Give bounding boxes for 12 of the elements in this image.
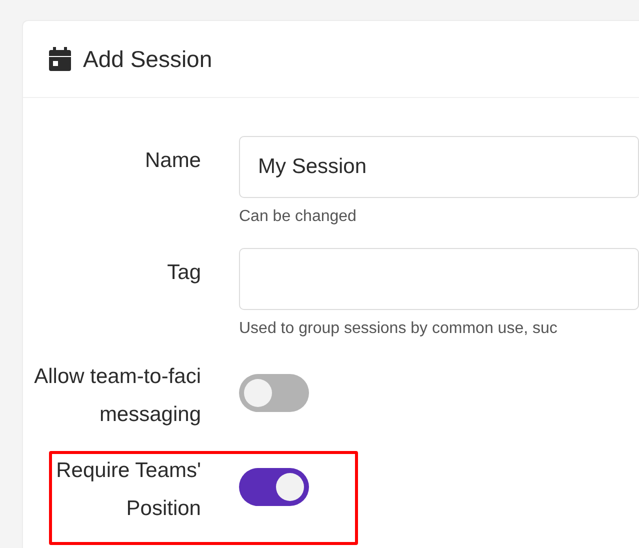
input-field[interactable]: My Session	[239, 136, 639, 198]
field-label: Tag	[167, 260, 201, 286]
input-field[interactable]	[239, 248, 639, 310]
card-title: Add Session	[83, 46, 212, 72]
field-label: Name	[144, 148, 201, 174]
toggle-switch[interactable]	[239, 374, 309, 412]
field-label: Allow team-to-faci messaging	[33, 364, 201, 428]
help-text: Used to group sessions by common use, suc	[239, 320, 558, 339]
help-text: Can be changed	[239, 208, 356, 227]
calendar-icon	[49, 47, 71, 71]
field-label: Require Teams' Position	[55, 458, 201, 522]
toggle-switch[interactable]	[239, 468, 309, 506]
